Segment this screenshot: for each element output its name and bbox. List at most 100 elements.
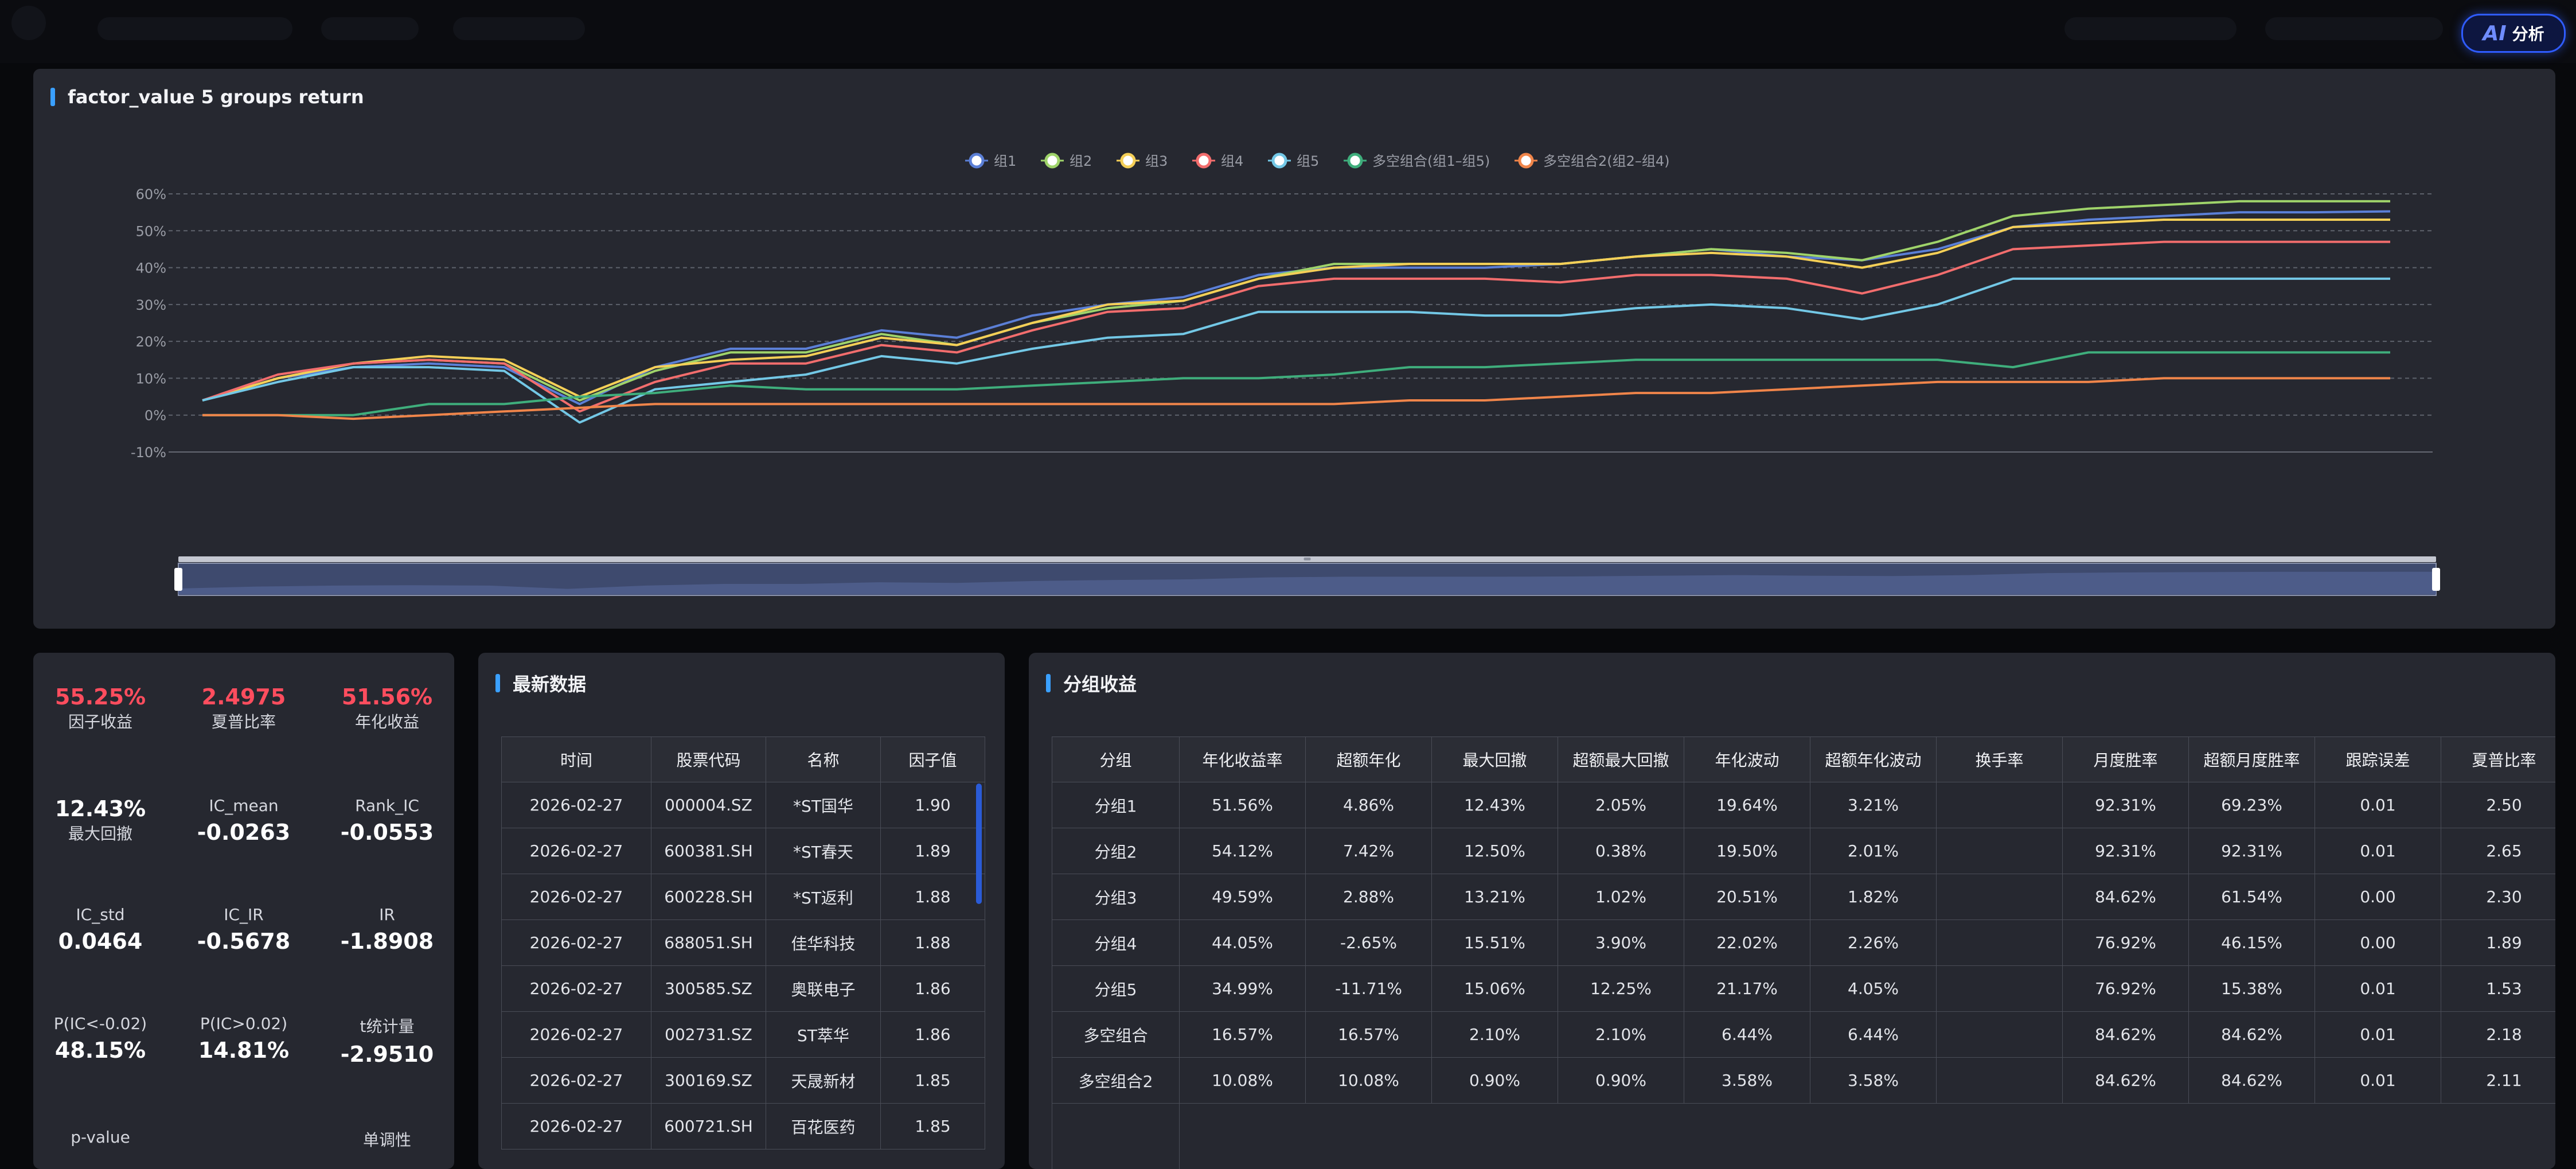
table-cell: 2.01% bbox=[1810, 828, 1937, 874]
table-cell: 2026-02-27 bbox=[502, 920, 651, 966]
table-cell: 12.43% bbox=[1432, 782, 1558, 828]
table-cell: 2026-02-27 bbox=[502, 782, 651, 828]
column-header[interactable]: 最大回撤 bbox=[1432, 737, 1558, 782]
nav-item-blurred[interactable] bbox=[321, 17, 419, 40]
table-row[interactable]: 2026-02-27000004.SZ*ST国华1.90 bbox=[502, 782, 985, 828]
table-cell: 76.92% bbox=[2063, 920, 2189, 966]
latest-table-scrollbar[interactable] bbox=[976, 784, 982, 904]
table-cell bbox=[1937, 1012, 2063, 1058]
table-cell bbox=[1937, 1058, 2063, 1104]
table-row[interactable]: 多空组合210.08%10.08%0.90%0.90%3.58%3.58%84.… bbox=[1052, 1058, 2556, 1104]
factor-stat: IC_IR-0.5678 bbox=[178, 905, 310, 954]
stat-label: p-value bbox=[34, 1128, 166, 1147]
ai-icon: AI bbox=[2483, 22, 2506, 45]
column-header[interactable]: 超额最大回撤 bbox=[1558, 737, 1684, 782]
series-line bbox=[202, 352, 2390, 415]
table-row[interactable]: 分组534.99%-11.71%15.06%12.25%21.17%4.05%7… bbox=[1052, 966, 2556, 1012]
legend-marker-icon bbox=[1197, 154, 1210, 167]
table-cell: 22.02% bbox=[1684, 920, 1810, 966]
legend-marker-icon bbox=[1046, 154, 1059, 167]
nav-item-blurred[interactable] bbox=[97, 17, 292, 40]
table-row[interactable]: 2026-02-27300585.SZ奥联电子1.86 bbox=[502, 966, 985, 1012]
table-cell: 2.18 bbox=[2441, 1012, 2556, 1058]
stat-label: t统计量 bbox=[321, 1014, 453, 1037]
table-cell: 20.51% bbox=[1684, 874, 1810, 920]
column-header[interactable]: 年化波动 bbox=[1684, 737, 1810, 782]
table-cell: 分组3 bbox=[1052, 874, 1180, 920]
latest-data-panel: 最新数据 时间股票代码名称因子值2026-02-27000004.SZ*ST国华… bbox=[478, 653, 1005, 1169]
table-row[interactable]: 2026-02-27002731.SZST萃华1.86 bbox=[502, 1012, 985, 1058]
column-header[interactable]: 超额年化波动 bbox=[1810, 737, 1937, 782]
table-cell: 84.62% bbox=[2063, 1058, 2189, 1104]
table-row[interactable]: 2026-02-27300169.SZ天晟新材1.85 bbox=[502, 1058, 985, 1104]
table-cell: 12.25% bbox=[1558, 966, 1684, 1012]
column-header[interactable]: 年化收益率 bbox=[1180, 737, 1306, 782]
column-header[interactable]: 换手率 bbox=[1937, 737, 2063, 782]
table-cell: 3.58% bbox=[1684, 1058, 1810, 1104]
table-cell: 1.53 bbox=[2441, 966, 2556, 1012]
column-header[interactable]: 名称 bbox=[766, 737, 881, 782]
factor-stats-panel: 55.25%因子收益2.4975夏普比率51.56%年化收益12.43%最大回撤… bbox=[33, 653, 454, 1169]
table-row[interactable]: 多空组合16.57%16.57%2.10%2.10%6.44%6.44%84.6… bbox=[1052, 1012, 2556, 1058]
factor-stat: 51.56%年化收益 bbox=[321, 684, 453, 732]
table-row[interactable]: 分组349.59%2.88%13.21%1.02%20.51%1.82%84.6… bbox=[1052, 874, 2556, 920]
table-row[interactable]: 分组151.56%4.86%12.43%2.05%19.64%3.21%92.3… bbox=[1052, 782, 2556, 828]
stat-label: IC_mean bbox=[178, 796, 310, 815]
table-row[interactable]: 分组254.12%7.42%12.50%0.38%19.50%2.01%92.3… bbox=[1052, 828, 2556, 874]
table-cell: 688051.SH bbox=[651, 920, 766, 966]
table-cell: 天晟新材 bbox=[766, 1058, 881, 1104]
table-row[interactable]: 2026-02-27688051.SH佳华科技1.88 bbox=[502, 920, 985, 966]
table-cell: 84.62% bbox=[2189, 1012, 2315, 1058]
zoom-handle-right[interactable] bbox=[2432, 568, 2440, 591]
ai-analysis-button[interactable]: AI 分析 bbox=[2461, 14, 2566, 53]
line-chart[interactable]: 60%50%40%30%20%10%0%-10%组1组2组3组4组5多空组合(组… bbox=[33, 69, 2555, 629]
table-cell: 分组4 bbox=[1052, 920, 1180, 966]
table-cell: 1.89 bbox=[2441, 920, 2556, 966]
column-header[interactable]: 因子值 bbox=[881, 737, 985, 782]
stat-value: 48.15% bbox=[34, 1038, 166, 1063]
table-cell: 300169.SZ bbox=[651, 1058, 766, 1104]
table-cell: 2026-02-27 bbox=[502, 1012, 651, 1058]
table-cell bbox=[1937, 874, 2063, 920]
title-accent bbox=[1046, 674, 1051, 692]
table-row[interactable]: 分组444.05%-2.65%15.51%3.90%22.02%2.26%76.… bbox=[1052, 920, 2556, 966]
table-cell: 0.00 bbox=[2315, 920, 2441, 966]
column-header[interactable]: 超额年化 bbox=[1306, 737, 1432, 782]
table-row[interactable]: 2026-02-27600381.SH*ST春天1.89 bbox=[502, 828, 985, 874]
table-cell: 6.44% bbox=[1684, 1012, 1810, 1058]
table-cell: 84.62% bbox=[2063, 874, 2189, 920]
legend-label: 多空组合2(组2–组4) bbox=[1543, 153, 1670, 169]
table-row[interactable]: 2026-02-27600228.SH*ST返利1.88 bbox=[502, 874, 985, 920]
legend-label: 组4 bbox=[1221, 153, 1243, 169]
table-cell: 10.08% bbox=[1306, 1058, 1432, 1104]
zoom-handle-left[interactable] bbox=[174, 568, 182, 591]
column-header[interactable]: 跟踪误差 bbox=[2315, 737, 2441, 782]
nav-item-blurred[interactable] bbox=[453, 17, 585, 40]
stat-label: 最大回撤 bbox=[34, 821, 166, 844]
table-cell: 2026-02-27 bbox=[502, 966, 651, 1012]
y-tick-label: 60% bbox=[136, 186, 166, 202]
column-header[interactable]: 月度胜率 bbox=[2063, 737, 2189, 782]
column-header[interactable]: 股票代码 bbox=[651, 737, 766, 782]
column-header[interactable]: 夏普比率 bbox=[2441, 737, 2556, 782]
column-header[interactable]: 超额月度胜率 bbox=[2189, 737, 2315, 782]
nav-item-blurred[interactable] bbox=[2064, 17, 2237, 40]
table-cell: 2.05% bbox=[1558, 782, 1684, 828]
column-header[interactable]: 时间 bbox=[502, 737, 651, 782]
table-cell: 15.06% bbox=[1432, 966, 1558, 1012]
table-cell: 12.50% bbox=[1432, 828, 1558, 874]
table-cell: 3.21% bbox=[1810, 782, 1937, 828]
table-cell: 600381.SH bbox=[651, 828, 766, 874]
y-tick-label: 40% bbox=[136, 260, 166, 276]
stat-value: -0.0553 bbox=[321, 820, 453, 845]
table-cell: 46.15% bbox=[2189, 920, 2315, 966]
nav-item-blurred[interactable] bbox=[2265, 17, 2443, 40]
table-row[interactable]: 2026-02-27600721.SH百花医药1.85 bbox=[502, 1104, 985, 1149]
table-cell: -11.71% bbox=[1306, 966, 1432, 1012]
table-cell: 300585.SZ bbox=[651, 966, 766, 1012]
table-cell: 1.85 bbox=[881, 1058, 985, 1104]
table-cell: 0.01 bbox=[2315, 1058, 2441, 1104]
stat-label: 因子收益 bbox=[34, 710, 166, 732]
column-header[interactable]: 分组 bbox=[1052, 737, 1180, 782]
table-cell: 44.05% bbox=[1180, 920, 1306, 966]
